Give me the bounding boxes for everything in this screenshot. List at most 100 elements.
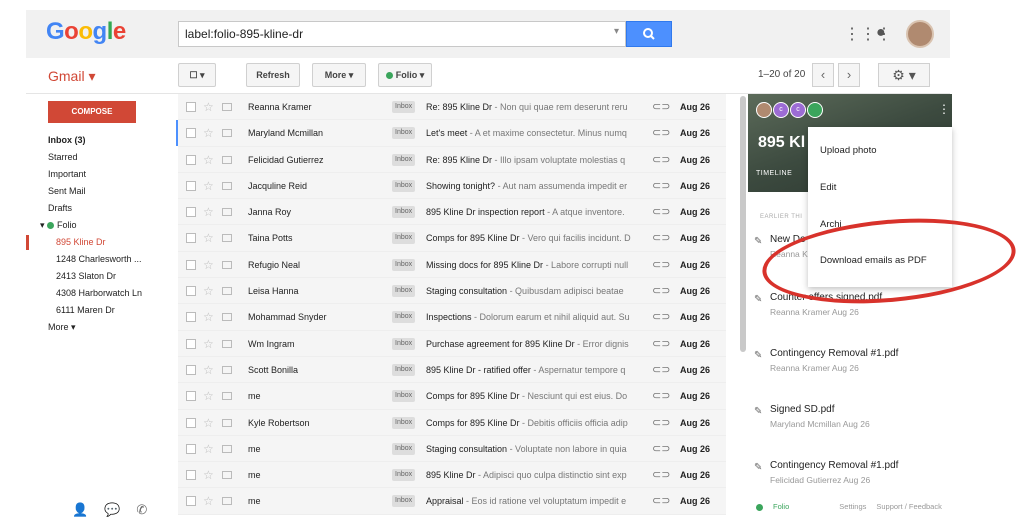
table-row[interactable]: ☆ Felicidad Gutierrez Inbox Re: 895 Kline D… — [178, 146, 726, 173]
sidebar-item[interactable]: 1248 Charlesworth ... — [0, 251, 170, 268]
star-icon[interactable]: ☆ — [203, 205, 214, 219]
important-marker-icon[interactable] — [222, 234, 232, 243]
settings-link[interactable]: Settings — [839, 502, 866, 511]
select-all-checkbox[interactable]: ☐ ▾ — [178, 63, 216, 87]
important-marker-icon[interactable] — [222, 103, 232, 111]
sidebar-item[interactable]: Inbox (3) — [0, 132, 170, 149]
sidebar-item[interactable]: ▾ Folio — [0, 217, 170, 234]
menu-item[interactable]: Upload photo — [820, 145, 877, 156]
next-page-button[interactable]: › — [838, 63, 860, 87]
timeline-attachment[interactable]: ✎ Contingency Removal #1.pdf Reanna Kramer… — [754, 348, 944, 380]
menu-item[interactable]: Archi — [820, 219, 842, 230]
menu-item[interactable]: Edit — [820, 182, 836, 193]
sidebar-item[interactable]: Sent Mail — [0, 183, 170, 200]
folio-label-button[interactable]: Folio ▾ — [378, 63, 432, 87]
sidebar-item[interactable]: 895 Kline Dr — [0, 234, 170, 251]
table-row[interactable]: ☆ Jacquline Reid Inbox Showing tonight? - A… — [178, 172, 726, 200]
row-checkbox[interactable] — [186, 391, 196, 402]
important-marker-icon[interactable] — [222, 392, 232, 401]
row-checkbox[interactable] — [186, 417, 196, 428]
table-row[interactable]: ☆ me Inbox 895 Kline Dr - Adipisci quo culp… — [178, 462, 726, 489]
row-checkbox[interactable] — [186, 286, 196, 297]
important-marker-icon[interactable] — [222, 129, 232, 138]
table-row[interactable]: ☆ Leisa Hanna Inbox Staging consultation - … — [178, 278, 726, 305]
star-icon[interactable]: ☆ — [203, 179, 214, 193]
timeline-attachment[interactable]: ✎ Counter offers signed.pdf Reanna Kramer … — [754, 292, 944, 324]
refresh-button[interactable]: Refresh — [246, 63, 300, 87]
star-icon[interactable]: ☆ — [203, 494, 214, 508]
important-marker-icon[interactable] — [222, 208, 232, 217]
important-marker-icon[interactable] — [222, 339, 232, 348]
more-vert-icon[interactable]: ⋮ — [938, 102, 950, 116]
collaborator-avatar[interactable]: c — [773, 102, 789, 118]
star-icon[interactable]: ☆ — [203, 126, 214, 140]
important-marker-icon[interactable] — [222, 181, 232, 190]
table-row[interactable]: ☆ Scott Bonilla Inbox 895 Kline Dr - ratifi… — [178, 356, 726, 384]
more-button[interactable]: More ▾ — [312, 63, 366, 87]
row-checkbox[interactable] — [186, 312, 196, 323]
row-checkbox[interactable] — [186, 128, 196, 139]
table-row[interactable]: ☆ me Inbox Staging consultation - Voluptate… — [178, 435, 726, 463]
star-icon[interactable]: ☆ — [203, 310, 214, 324]
sidebar-item[interactable]: 6111 Maren Dr — [0, 302, 170, 319]
table-row[interactable]: ☆ me Inbox Comps for 895 Kline Dr - Nesciun… — [178, 383, 726, 410]
sidebar-item[interactable]: 2413 Slaton Dr — [0, 268, 170, 285]
row-checkbox[interactable] — [186, 364, 196, 375]
important-marker-icon[interactable] — [222, 444, 232, 453]
search-input[interactable]: label:folio-895-kline-dr ▾ — [178, 21, 626, 47]
email-list-scrollbar[interactable] — [740, 96, 746, 352]
important-marker-icon[interactable] — [222, 471, 232, 480]
hangouts-icon[interactable]: 💬 — [104, 502, 120, 518]
collaborator-avatar[interactable]: c — [790, 102, 806, 118]
collaborator-avatar[interactable] — [807, 102, 823, 118]
row-checkbox[interactable] — [186, 154, 196, 165]
star-icon[interactable]: ☆ — [203, 100, 214, 114]
row-checkbox[interactable] — [186, 102, 196, 112]
row-checkbox[interactable] — [186, 470, 196, 481]
expand-arrow-icon[interactable]: ▾ — [40, 220, 47, 230]
important-marker-icon[interactable] — [222, 418, 232, 427]
table-row[interactable]: ☆ Wm Ingram Inbox Purchase agreement for 89… — [178, 330, 726, 357]
star-icon[interactable]: ☆ — [203, 442, 214, 456]
row-checkbox[interactable] — [186, 233, 196, 244]
important-marker-icon[interactable] — [222, 313, 232, 322]
important-marker-icon[interactable] — [222, 287, 232, 296]
star-icon[interactable]: ☆ — [203, 363, 214, 377]
collaborator-avatar[interactable] — [756, 102, 772, 118]
table-row[interactable]: ☆ me Inbox Appraisal - Eos id ratione vel v… — [178, 488, 726, 515]
table-row[interactable]: ☆ Taina Potts Inbox Comps for 895 Kline Dr … — [178, 225, 726, 252]
important-marker-icon[interactable] — [222, 155, 232, 164]
table-row[interactable]: ☆ Mohammad Snyder Inbox Inspections - Dolor… — [178, 304, 726, 331]
row-checkbox[interactable] — [186, 496, 196, 507]
star-icon[interactable]: ☆ — [203, 153, 214, 167]
notifications-icon[interactable]: ● — [876, 24, 886, 42]
sidebar-item[interactable]: Starred — [0, 149, 170, 166]
google-logo[interactable]: Google — [46, 18, 126, 46]
star-icon[interactable]: ☆ — [203, 389, 214, 403]
sidebar-item[interactable]: More ▾ — [0, 319, 170, 336]
search-button[interactable] — [626, 21, 672, 47]
star-icon[interactable]: ☆ — [203, 231, 214, 245]
star-icon[interactable]: ☆ — [203, 468, 214, 482]
row-checkbox[interactable] — [186, 443, 196, 454]
compose-button[interactable]: COMPOSE — [48, 101, 136, 123]
row-checkbox[interactable] — [186, 180, 196, 191]
tab-timeline[interactable]: TIMELINE — [756, 170, 792, 177]
folio-footer-link[interactable]: Folio — [756, 502, 799, 511]
timeline-attachment[interactable]: ✎ Contingency Removal #1.pdf Felicidad Gut… — [754, 460, 944, 492]
star-icon[interactable]: ☆ — [203, 258, 214, 272]
row-checkbox[interactable] — [186, 207, 196, 218]
phone-icon[interactable]: ✆ — [136, 502, 147, 518]
table-row[interactable]: ☆ Maryland Mcmillan Inbox Let's meet - A et… — [176, 120, 726, 147]
gmail-menu[interactable]: Gmail ▾ — [48, 68, 95, 85]
prev-page-button[interactable]: ‹ — [812, 63, 834, 87]
contacts-icon[interactable]: 👤 — [72, 502, 88, 518]
sidebar-item[interactable]: Important — [0, 166, 170, 183]
support-feedback-link[interactable]: Support / Feedback — [876, 502, 941, 511]
account-avatar[interactable] — [906, 20, 934, 48]
star-icon[interactable]: ☆ — [203, 284, 214, 298]
star-icon[interactable]: ☆ — [203, 416, 214, 430]
important-marker-icon[interactable] — [222, 365, 232, 374]
sidebar-item[interactable]: 4308 Harborwatch Ln — [0, 285, 170, 302]
important-marker-icon[interactable] — [222, 497, 232, 506]
